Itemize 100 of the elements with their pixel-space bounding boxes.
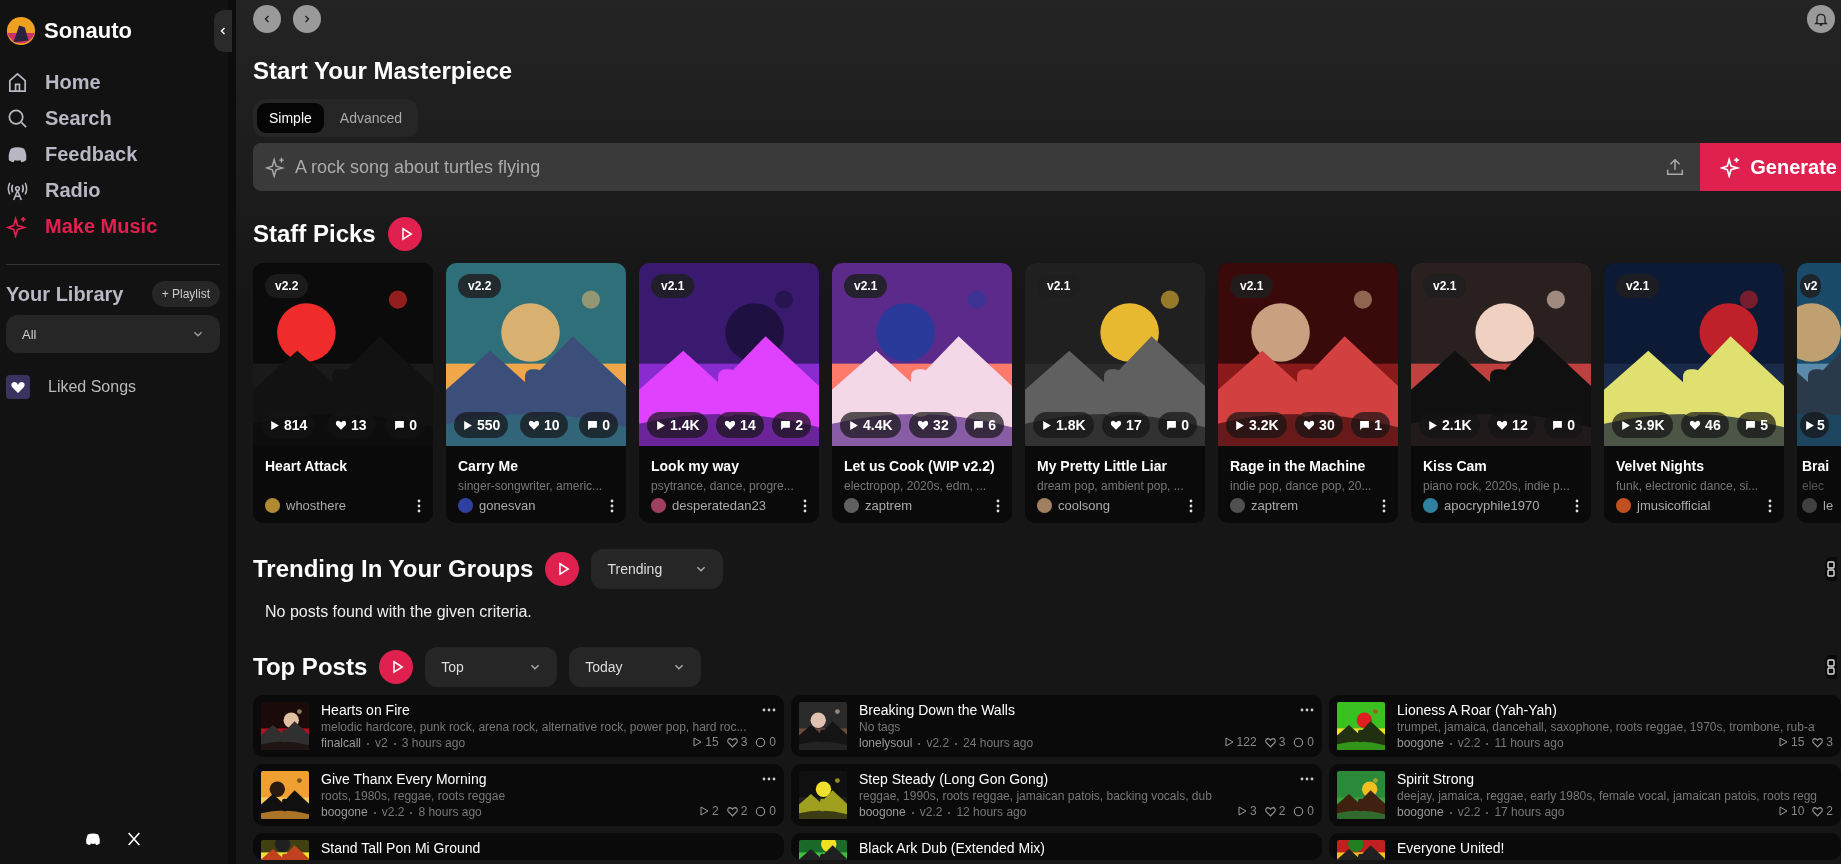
play-button[interactable] (545, 552, 580, 586)
comment-count: 0 (755, 735, 776, 749)
prompt-input[interactable]: A rock song about turtles flying (293, 155, 1659, 179)
song-card[interactable]: v2.1 1.8K 17 0 My Pretty Little Liar dream pop, ambient pop, ... coolsong (1025, 263, 1205, 523)
song-card[interactable]: v2.1 3.2K 30 1 Rage in the Machine indie pop, dance pop, 20... zaptrem (1218, 263, 1398, 523)
play-count: 2 (698, 804, 719, 818)
song-title: Velvet Nights (1616, 458, 1705, 474)
period-dropdown[interactable]: Today (569, 647, 702, 687)
play-icon (462, 419, 473, 431)
author-link[interactable]: boogone (321, 805, 368, 819)
heart-icon (1689, 419, 1702, 431)
grid-view-icon[interactable] (1825, 557, 1837, 581)
play-icon (1804, 419, 1815, 431)
post-row[interactable]: Spirit Strong deejay, jamaica, reggae, early 1980s, female vocal, jamaican patois, roots regg boogone v2.2 17 hours ago 10 2 (1329, 764, 1841, 826)
x-icon[interactable] (126, 831, 142, 847)
mode-tab[interactable]: Advanced (327, 103, 415, 133)
more-icon[interactable] (1189, 498, 1193, 513)
author-link[interactable]: whosthere (286, 498, 346, 513)
post-row[interactable]: Step Steady (Long Gon Gong) reggae, 1990s, roots reggae, jamaican patois, backing vocals, dub boogone v2.2 12 hours ago 3 2 0 (791, 764, 1322, 826)
post-row[interactable]: Stand Tall Pon Mi Ground (253, 833, 784, 860)
play-button[interactable] (387, 217, 422, 251)
play-count: 550 (454, 412, 509, 438)
post-row[interactable]: Everyone United! (1329, 833, 1841, 860)
song-tags: piano rock, 2020s, indie p... (1423, 479, 1579, 493)
avatar (844, 498, 859, 513)
author-link[interactable]: finalcall (321, 736, 362, 750)
nav-item[interactable]: Search (6, 104, 220, 132)
post-row[interactable]: Black Ark Dub (Extended Mix) (791, 833, 1322, 860)
author-link[interactable]: lonelysoul (859, 736, 913, 750)
post-title: Lioness A Roar (Yah-Yah) (1397, 702, 1557, 718)
song-tags: psytrance, dance, progre... (651, 479, 807, 493)
more-icon[interactable] (1768, 498, 1772, 513)
author-link[interactable]: le (1823, 498, 1834, 513)
more-icon[interactable] (803, 498, 807, 513)
post-row[interactable]: Breaking Down the Walls No tags lonelysoul v2.2 24 hours ago 122 3 0 (791, 695, 1322, 757)
more-icon[interactable] (762, 708, 776, 712)
play-count: 3.2K (1226, 412, 1287, 438)
post-title: Step Steady (Long Gon Gong) (859, 771, 1049, 787)
add-playlist-button[interactable]: + Playlist (151, 281, 220, 307)
post-row[interactable]: Hearts on Fire melodic hardcore, punk rock, arena rock, alternative rock, power pop, hard roc... finalcall v2 3 hours ago 15 3 0 (253, 695, 784, 757)
play-button[interactable] (379, 650, 414, 684)
play-icon (1223, 737, 1234, 747)
library-item[interactable]: Liked Songs (6, 375, 220, 399)
forward-button[interactable] (293, 5, 321, 33)
author-link[interactable]: boogone (859, 805, 906, 819)
avatar (1802, 498, 1817, 513)
more-icon[interactable] (417, 498, 421, 513)
author-link[interactable]: coolsong (1058, 498, 1111, 513)
song-card[interactable]: v2.2 550 10 0 Carry Me singer-songwriter, americ... gonesvan (446, 263, 626, 523)
author-link[interactable]: boogone (1397, 805, 1444, 819)
grid-view-icon[interactable] (1825, 655, 1837, 679)
nav-item[interactable]: Make Music (6, 212, 220, 240)
post-row[interactable]: Lioness A Roar (Yah-Yah) trumpet, jamaica, dancehall, saxophone, roots reggae, 1970s, trombone, rub-a boogone v2.2 11 hours ago 15 3 (1329, 695, 1841, 757)
post-title: Spirit Strong (1397, 771, 1475, 787)
play-icon (1620, 419, 1631, 431)
nav-item[interactable]: Radio (6, 176, 220, 204)
song-title: Look my way (651, 458, 740, 474)
nav-item[interactable]: Feedback (6, 140, 220, 168)
model-version: v2.2 (381, 805, 405, 819)
more-icon[interactable] (1300, 777, 1314, 781)
mode-tab[interactable]: Simple (257, 103, 324, 133)
song-card[interactable]: v2 5 Brai elec le (1797, 263, 1841, 523)
prompt-field[interactable]: A rock song about turtles flying (253, 143, 1701, 191)
more-icon[interactable] (1382, 498, 1386, 513)
more-icon[interactable] (610, 498, 614, 513)
author-link[interactable]: gonesvan (479, 498, 536, 513)
song-card[interactable]: v2.1 1.4K 14 2 Look my way psytrance, dance, progre... desperatedan23 (639, 263, 819, 523)
author-link[interactable]: desperatedan23 (672, 498, 766, 513)
song-title: Let us Cook (WIP v2.2) (844, 458, 996, 474)
author-link[interactable]: zaptrem (865, 498, 912, 513)
author-link[interactable]: jmusicofficial (1637, 498, 1711, 513)
song-card[interactable]: v2.1 3.9K 46 5 Velvet Nights funk, electronic dance, si... jmusicofficial (1604, 263, 1784, 523)
sort-dropdown[interactable]: Trending (591, 549, 724, 589)
more-icon[interactable] (1300, 708, 1314, 712)
more-icon[interactable] (762, 777, 776, 781)
author-link[interactable]: apocryphile1970 (1444, 498, 1540, 513)
library-filter-dropdown[interactable]: All (6, 315, 220, 353)
generate-button[interactable]: Generate (1700, 143, 1841, 191)
back-button[interactable] (253, 5, 281, 33)
author-link[interactable]: zaptrem (1251, 498, 1298, 513)
post-row[interactable]: Give Thanx Every Morning roots, 1980s, reggae, roots reggae boogone v2.2 8 hours ago 2 2 0 (253, 764, 784, 826)
comment-count: 6 (965, 412, 1004, 438)
notifications-button[interactable] (1807, 5, 1835, 33)
like-count: 46 (1681, 412, 1729, 438)
song-card[interactable]: v2.1 4.4K 32 6 Let us Cook (WIP v2.2) electropop, 2020s, edm, ... zaptrem (832, 263, 1012, 523)
post-tags: No tags (859, 720, 1314, 734)
chevron-left-icon (262, 14, 272, 24)
more-icon[interactable] (1575, 498, 1579, 513)
brand-name: Sonauto (44, 18, 132, 44)
comment-count: 0 (1293, 735, 1314, 749)
song-title: Kiss Cam (1423, 458, 1488, 474)
model-version: v2 (375, 736, 388, 750)
like-count: 13 (327, 412, 375, 438)
heart-icon (1264, 736, 1276, 748)
more-icon[interactable] (996, 498, 1000, 513)
sort-dropdown[interactable]: Top (425, 647, 558, 687)
song-card[interactable]: v2.1 2.1K 12 0 Kiss Cam piano rock, 2020s, indie p... apocryphile1970 (1411, 263, 1591, 523)
nav-item[interactable]: Home (6, 68, 220, 96)
author-link[interactable]: boogone (1397, 736, 1444, 750)
like-count: 2 (1812, 804, 1833, 818)
